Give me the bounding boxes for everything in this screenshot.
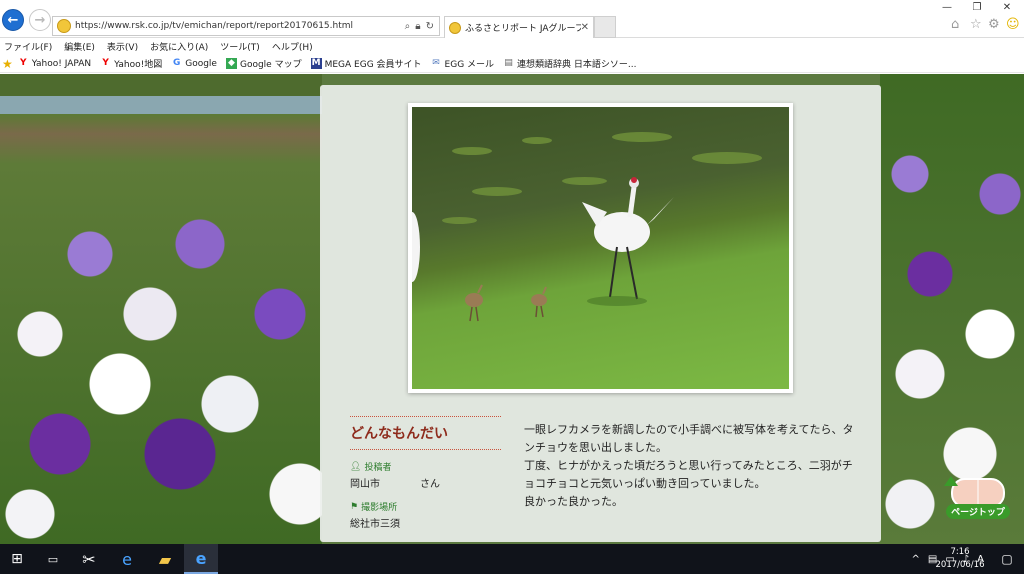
taskbar-explorer-icon[interactable]: ▰ <box>148 544 182 574</box>
notification-icon[interactable]: ▢ <box>992 544 1022 574</box>
lock-icon[interactable]: 🔒︎ <box>415 21 420 32</box>
location-value: 総社市三須 <box>350 519 400 530</box>
menu-tools[interactable]: ツール(T) <box>220 40 260 53</box>
smiley-feedback-icon[interactable]: ☺ <box>1006 17 1020 32</box>
article-meta: どんなもんだい 👤︎ 投稿者 岡山市 さん ⚑ 撮影場所 総社市三須 <box>350 416 501 530</box>
body-paragraph-3: 良かった良かった。 <box>524 495 623 508</box>
refresh-icon[interactable]: ↻ <box>426 21 434 32</box>
favorite-link-thesaurus[interactable]: ▤ 連想類語辞典 日本語シソー... <box>503 57 636 70</box>
body-paragraph-2: 丁度、ヒナがかえった頃だろうと思い行ってみたところ、二羽がチョコチョコと元気いっ… <box>524 459 853 490</box>
browser-toolbar: ← → https://www.rsk.co.jp/tv/emichan/rep… <box>0 0 1024 38</box>
favorite-link-yahoo[interactable]: Y Yahoo! JAPAN <box>18 58 91 69</box>
tray-chevron-icon[interactable]: ^ <box>911 554 919 565</box>
address-bar[interactable]: https://www.rsk.co.jp/tv/emichan/report/… <box>52 16 440 36</box>
clock-date: 2017/06/16 <box>935 560 985 570</box>
mail-icon: ✉ <box>432 58 440 68</box>
taskbar-app-snipping-icon[interactable]: ✂ <box>72 544 106 574</box>
iris-background-left <box>0 74 322 544</box>
close-window-button[interactable]: ✕ <box>992 0 1022 14</box>
windows-taskbar: ⊞ ▭ ✂ e ▰ e ^ ▤ ▭ ♪ A 7:16 2017/06/16 ▢ <box>0 544 1024 574</box>
menu-favorites[interactable]: お気に入り(A) <box>150 40 208 53</box>
flag-icon: ⚑ <box>350 501 359 512</box>
page-icon: ▤ <box>504 58 513 68</box>
poster-value: 岡山市 さん <box>350 479 440 490</box>
favorite-link-egg-mail[interactable]: ✉ EGG メール <box>431 57 494 70</box>
start-windows-icon[interactable]: ⊞ <box>0 544 34 574</box>
tab-title: ふるさとリポート JAグループ岡山... <box>465 24 581 34</box>
home-icon[interactable]: ⌂ <box>951 17 959 32</box>
favorite-link-yahoo-map[interactable]: Y Yahoo!地図 <box>100 57 162 70</box>
article-body: 一眼レフカメラを新調したので小手調べに被写体を考えてたら、タンチョウを思い出しま… <box>524 421 859 511</box>
menu-edit[interactable]: 編集(E) <box>64 40 95 53</box>
article-photo <box>408 103 793 393</box>
person-icon: 👤︎ <box>350 461 362 472</box>
new-tab-button[interactable] <box>594 16 616 38</box>
google-icon: G <box>173 58 181 68</box>
crane-illustration <box>412 177 674 322</box>
taskbar-edge-icon[interactable]: e <box>110 544 144 574</box>
tab-favicon-icon <box>449 21 461 34</box>
restore-button[interactable]: ❐ <box>962 0 992 14</box>
clock[interactable]: 7:16 2017/06/16 <box>930 546 990 572</box>
location-label: ⚑ 撮影場所 <box>350 501 398 514</box>
site-favicon-icon <box>57 19 71 33</box>
favorite-link-google-maps[interactable]: ◆ Google マップ <box>225 57 302 70</box>
up-arrow-icon <box>944 476 958 486</box>
clock-time: 7:16 <box>950 547 970 557</box>
menu-view[interactable]: 表示(V) <box>107 40 138 53</box>
crane-photo-image <box>412 107 789 389</box>
favorite-link-megaegg[interactable]: M MEGA EGG 会員サイト <box>310 57 422 70</box>
favorites-star-icon[interactable]: ★ <box>2 57 13 71</box>
search-icon[interactable]: ⌕ <box>405 21 411 32</box>
favorites-bar: ★ Y Yahoo! JAPAN Y Yahoo!地図 G Google ◆ G… <box>0 55 1024 73</box>
google-maps-icon: ◆ <box>225 58 237 69</box>
settings-gear-icon[interactable]: ⚙ <box>988 17 1000 32</box>
task-view-icon[interactable]: ▭ <box>38 544 68 574</box>
yahoo-icon: Y <box>20 58 27 68</box>
page-content: どんなもんだい 👤︎ 投稿者 岡山市 さん ⚑ 撮影場所 総社市三須 一眼レフカ… <box>0 74 1024 544</box>
favorites-star-icon[interactable]: ☆ <box>970 17 982 32</box>
browser-tab[interactable]: ふるさとリポート JAグループ岡山... ✕ <box>444 16 594 38</box>
minimize-button[interactable]: — <box>932 0 962 14</box>
taskbar-ie-icon[interactable]: e <box>184 544 218 574</box>
megaegg-icon: M <box>310 58 322 69</box>
menu-bar: ファイル(F) 編集(E) 表示(V) お気に入り(A) ツール(T) ヘルプ(… <box>0 38 1024 55</box>
forward-button[interactable]: → <box>29 9 51 31</box>
favorite-link-google[interactable]: G Google <box>171 58 217 69</box>
body-paragraph-1: 一眼レフカメラを新調したので小手調べに被写体を考えてたら、タンチョウを思い出しま… <box>524 423 854 454</box>
yahoo-icon: Y <box>102 58 109 68</box>
divider-bottom <box>350 449 501 450</box>
back-button[interactable]: ← <box>2 9 24 31</box>
page-top-button[interactable]: ページトップ <box>944 474 1012 532</box>
article-title: どんなもんだい <box>350 426 448 442</box>
menu-file[interactable]: ファイル(F) <box>4 40 52 53</box>
page-top-label: ページトップ <box>946 504 1010 519</box>
poster-label: 👤︎ 投稿者 <box>350 461 392 474</box>
url-text[interactable]: https://www.rsk.co.jp/tv/emichan/report/… <box>75 21 405 31</box>
close-tab-icon[interactable]: ✕ <box>581 22 589 33</box>
menu-help[interactable]: ヘルプ(H) <box>272 40 313 53</box>
article-panel: どんなもんだい 👤︎ 投稿者 岡山市 さん ⚑ 撮影場所 総社市三須 一眼レフカ… <box>320 85 881 542</box>
